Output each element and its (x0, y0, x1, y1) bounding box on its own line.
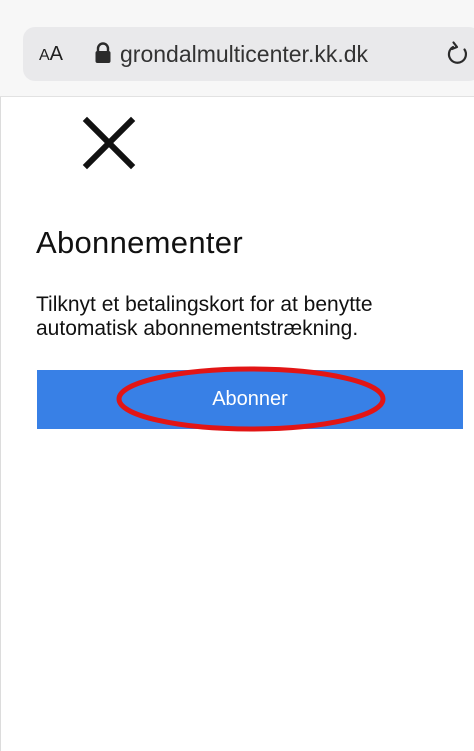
page-description: Tilknyt et betalingskort for at benytte … (36, 293, 373, 340)
reader-large-a: A (49, 43, 64, 65)
page-title: Abonnementer (36, 225, 243, 260)
page-content: Abonnementer Tilknyt et betalingskort fo… (0, 97, 474, 751)
address-bar[interactable]: AA grondalmulticenter.kk.dk (23, 27, 474, 81)
subscribe-button[interactable]: Abonner (37, 370, 463, 429)
reload-icon[interactable] (444, 40, 472, 68)
browser-toolbar: AA grondalmulticenter.kk.dk (0, 0, 474, 97)
reader-small-a: A (39, 47, 50, 64)
screen: AA grondalmulticenter.kk.dk Abonnementer… (0, 0, 474, 751)
lock-icon (95, 42, 111, 63)
url-text: grondalmulticenter.kk.dk (120, 41, 369, 67)
reader-mode-button[interactable]: AA (39, 41, 63, 67)
close-icon[interactable] (81, 115, 137, 171)
